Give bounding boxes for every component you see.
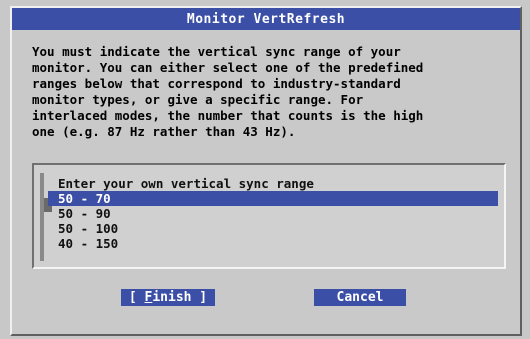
finish-button-rest: inish ]	[152, 290, 208, 305]
monitor-vertrefresh-dialog: Monitor VertRefresh You must indicate th…	[10, 6, 522, 336]
list-item-50-90[interactable]: 50 - 90	[48, 206, 498, 221]
list-item-custom-range[interactable]: Enter your own vertical sync range	[48, 176, 498, 191]
vertical-sync-range-list[interactable]: Enter your own vertical sync range 50 - …	[32, 163, 506, 269]
finish-button[interactable]: [ Finish ]	[121, 289, 215, 306]
dialog-message: You must indicate the vertical sync rang…	[32, 44, 424, 139]
list-scrollbar[interactable]	[40, 173, 52, 261]
finish-button-prefix: [	[128, 290, 145, 305]
list-item-50-100[interactable]: 50 - 100	[48, 221, 498, 236]
list-item-50-70[interactable]: 50 - 70	[48, 191, 498, 206]
list-item-40-150[interactable]: 40 - 150	[48, 236, 498, 251]
cancel-button[interactable]: Cancel	[314, 289, 406, 306]
finish-button-hotkey: F	[144, 290, 153, 305]
dialog-title: Monitor VertRefresh	[12, 8, 520, 30]
